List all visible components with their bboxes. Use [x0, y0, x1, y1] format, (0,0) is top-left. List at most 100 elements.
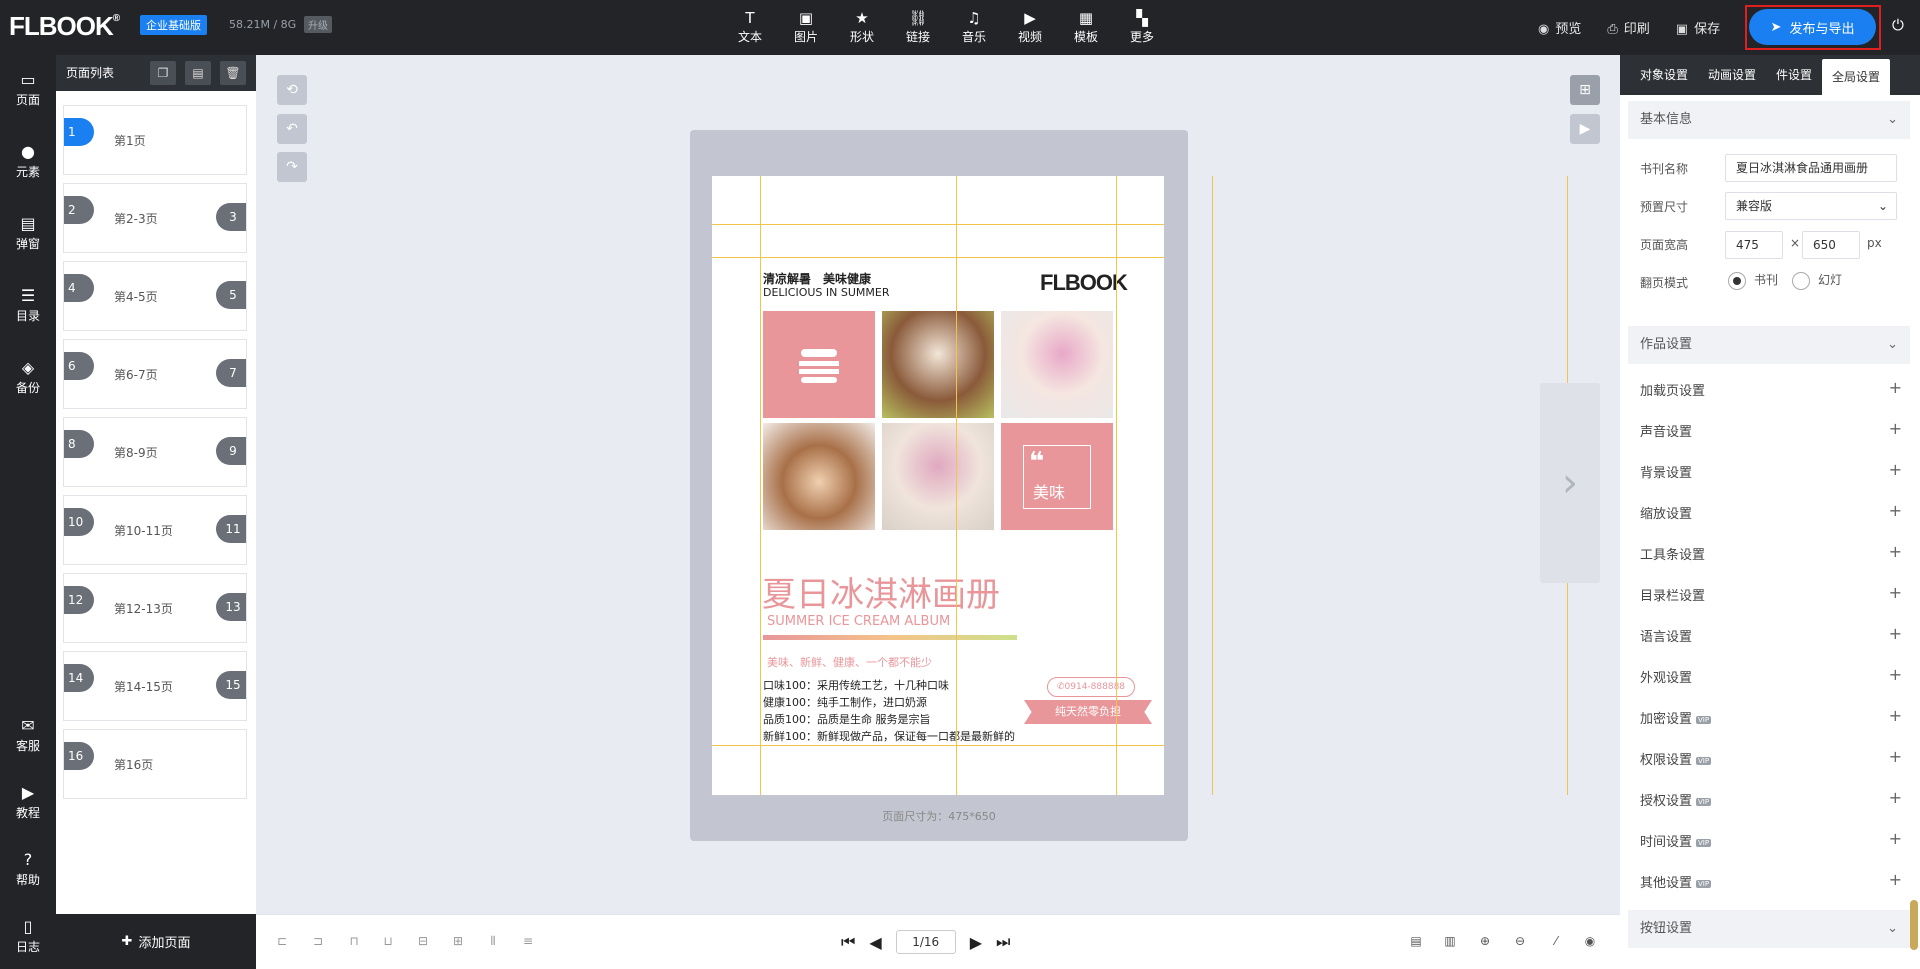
nav-item-service[interactable]: ✉ 客服	[0, 715, 56, 754]
page-headline[interactable]: 夏日冰淇淋画册	[762, 567, 1000, 616]
align-left-icon[interactable]: ⊏	[274, 934, 290, 950]
last-page-icon[interactable]: ⏭	[996, 932, 1010, 952]
play-icon[interactable]: ▶	[1570, 114, 1600, 144]
flip-book-radio[interactable]: 书刊	[1728, 271, 1778, 290]
settings-row[interactable]: 权限设置 VIP +	[1640, 749, 1902, 769]
tab-animation[interactable]: 动画设置	[1698, 55, 1766, 95]
tab-object[interactable]: 对象设置	[1630, 55, 1698, 95]
single-page-icon[interactable]: ▤	[1408, 934, 1424, 950]
publish-export-button[interactable]: ➤ 发布与导出	[1749, 9, 1876, 45]
align-center-icon[interactable]: ⊐	[310, 934, 326, 950]
ribbon-banner[interactable]: 纯天然零负担	[1024, 700, 1152, 724]
flip-slide-radio[interactable]: 幻灯	[1792, 271, 1842, 290]
cupcake-photo[interactable]	[1001, 311, 1113, 418]
milkshake-photo[interactable]	[882, 423, 994, 530]
settings-row[interactable]: 外观设置 +	[1640, 667, 1902, 687]
page-tagline-cn[interactable]: 清凉解暑 美味健康	[763, 270, 871, 287]
align-top-icon[interactable]: ⊔	[380, 934, 396, 950]
page-thumbnail[interactable]: 8 9 第8-9页	[63, 417, 247, 487]
guide-line[interactable]	[760, 176, 761, 795]
delete-page-icon[interactable]: 🗑	[220, 61, 246, 85]
upgrade-button[interactable]: 升级	[304, 16, 332, 33]
tool-template[interactable]: ▦ 模板	[1058, 8, 1114, 45]
guide-line[interactable]	[1116, 176, 1117, 795]
button-settings-header[interactable]: 按钮设置 ⌄	[1628, 910, 1910, 948]
settings-row[interactable]: 工具条设置 +	[1640, 544, 1902, 564]
nav-item-log[interactable]: ▯ 日志	[0, 916, 56, 955]
page-thumbnail[interactable]: 10 11 第10-11页	[63, 495, 247, 565]
page-thumbnail[interactable]: 12 13 第12-13页	[63, 573, 247, 643]
page-thumbnail[interactable]: 16 第16页	[63, 729, 247, 799]
nav-item-backup[interactable]: ◈ 备份	[0, 357, 56, 396]
redo-icon[interactable]: ↷	[277, 152, 307, 182]
next-page-arrow[interactable]: ›	[1540, 383, 1600, 583]
preview-button[interactable]: ◉ 预览	[1538, 18, 1581, 37]
tool-video[interactable]: ▶ 视频	[1002, 8, 1058, 45]
book-name-field[interactable]: 夏日冰淇淋食品通用画册	[1725, 154, 1897, 182]
settings-row[interactable]: 时间设置 VIP +	[1640, 831, 1902, 851]
tool-more[interactable]: ▚ 更多	[1114, 8, 1170, 45]
settings-row[interactable]: 语言设置 +	[1640, 626, 1902, 646]
guide-line[interactable]	[712, 745, 1164, 746]
phone-badge[interactable]: ✆0914-888888	[1047, 677, 1135, 697]
nav-item-help[interactable]: ? 帮助	[0, 849, 56, 888]
quote-tile[interactable]: ❝ 美味	[1001, 423, 1113, 530]
copy-page-icon[interactable]: ❐	[150, 61, 176, 85]
page-slogan[interactable]: 美味、新鲜、健康、一个都不能少	[767, 654, 932, 670]
settings-row[interactable]: 声音设置 +	[1640, 421, 1902, 441]
align-middle-icon[interactable]: ⊟	[415, 934, 431, 950]
settings-row[interactable]: 其他设置 VIP +	[1640, 872, 1902, 892]
burger-tile[interactable]	[763, 311, 875, 418]
ice-cream-photo[interactable]	[882, 311, 994, 418]
duplicate-page-icon[interactable]: ▤	[185, 61, 211, 85]
tool-music[interactable]: ♫ 音乐	[946, 8, 1002, 45]
feature-line[interactable]: 口味100：采用传统工艺，十几种口味	[763, 677, 949, 693]
layout-icon[interactable]: ⟲	[277, 75, 307, 105]
tab-global[interactable]: 全局设置	[1822, 59, 1891, 95]
guides-icon[interactable]: ⁄	[1548, 934, 1564, 950]
settings-row[interactable]: 缩放设置 +	[1640, 503, 1902, 523]
width-field[interactable]: 475	[1725, 231, 1783, 259]
distribute-h-icon[interactable]: ⦀	[485, 934, 501, 950]
align-right-icon[interactable]: ⊓	[346, 934, 362, 950]
settings-row[interactable]: 目录栏设置 +	[1640, 585, 1902, 605]
settings-row[interactable]: 背景设置 +	[1640, 462, 1902, 482]
guide-line[interactable]	[712, 257, 1164, 258]
page-tagline-en[interactable]: DELICIOUS IN SUMMER	[763, 286, 889, 299]
guide-line[interactable]	[712, 224, 1164, 225]
tool-image[interactable]: ▣ 图片	[778, 8, 834, 45]
page-thumbnail[interactable]: 14 15 第14-15页	[63, 651, 247, 721]
double-page-icon[interactable]: ▥	[1442, 934, 1458, 950]
zoom-in-icon[interactable]: ⊕	[1477, 934, 1493, 950]
undo-icon[interactable]: ↶	[277, 114, 307, 144]
tool-text[interactable]: T 文本	[722, 8, 778, 45]
feature-line[interactable]: 健康100：纯手工制作，进口奶源	[763, 694, 927, 710]
page-number-input[interactable]: 1/16	[895, 930, 956, 954]
works-settings-header[interactable]: 作品设置 ⌄	[1628, 326, 1910, 364]
distribute-v-icon[interactable]: ≡	[520, 934, 536, 950]
app-logo[interactable]: FLBOOK®	[9, 11, 120, 42]
page-thumbnail[interactable]: 1 第1页	[63, 105, 247, 175]
settings-row[interactable]: 加密设置 VIP +	[1640, 708, 1902, 728]
nav-item-popup[interactable]: ▤ 弹窗	[0, 213, 56, 252]
tool-link[interactable]: ⛓ 链接	[890, 8, 946, 45]
settings-row[interactable]: 授权设置 VIP +	[1640, 790, 1902, 810]
page-thumbnail[interactable]: 4 5 第4-5页	[63, 261, 247, 331]
feature-line[interactable]: 品质100：品质是生命 服务是宗旨	[763, 711, 931, 727]
settings-row[interactable]: 加载页设置 +	[1640, 380, 1902, 400]
first-page-icon[interactable]: ⏮	[841, 932, 855, 952]
feature-line[interactable]: 新鲜100：新鲜现做产品，保证每一口都是最新鲜的	[763, 728, 1015, 744]
power-icon[interactable]: ⏻	[1892, 16, 1910, 34]
preset-size-select[interactable]: 兼容版 ⌄	[1725, 192, 1897, 220]
nav-item-tutorial[interactable]: ▶ 教程	[0, 782, 56, 821]
page-thumbnail[interactable]: 6 7 第6-7页	[63, 339, 247, 409]
add-page-button[interactable]: ✚ 添加页面	[56, 914, 256, 969]
settings-scrollbar[interactable]	[1910, 900, 1918, 950]
height-field[interactable]: 650	[1802, 231, 1860, 259]
save-button[interactable]: ▣ 保存	[1676, 18, 1720, 37]
tab-component[interactable]: 件设置	[1766, 55, 1822, 95]
guide-line[interactable]	[1212, 176, 1213, 795]
zoom-out-icon[interactable]: ⊖	[1512, 934, 1528, 950]
nav-item-page[interactable]: ▭ 页面	[0, 69, 56, 108]
prev-page-icon[interactable]: ◀	[869, 933, 881, 952]
